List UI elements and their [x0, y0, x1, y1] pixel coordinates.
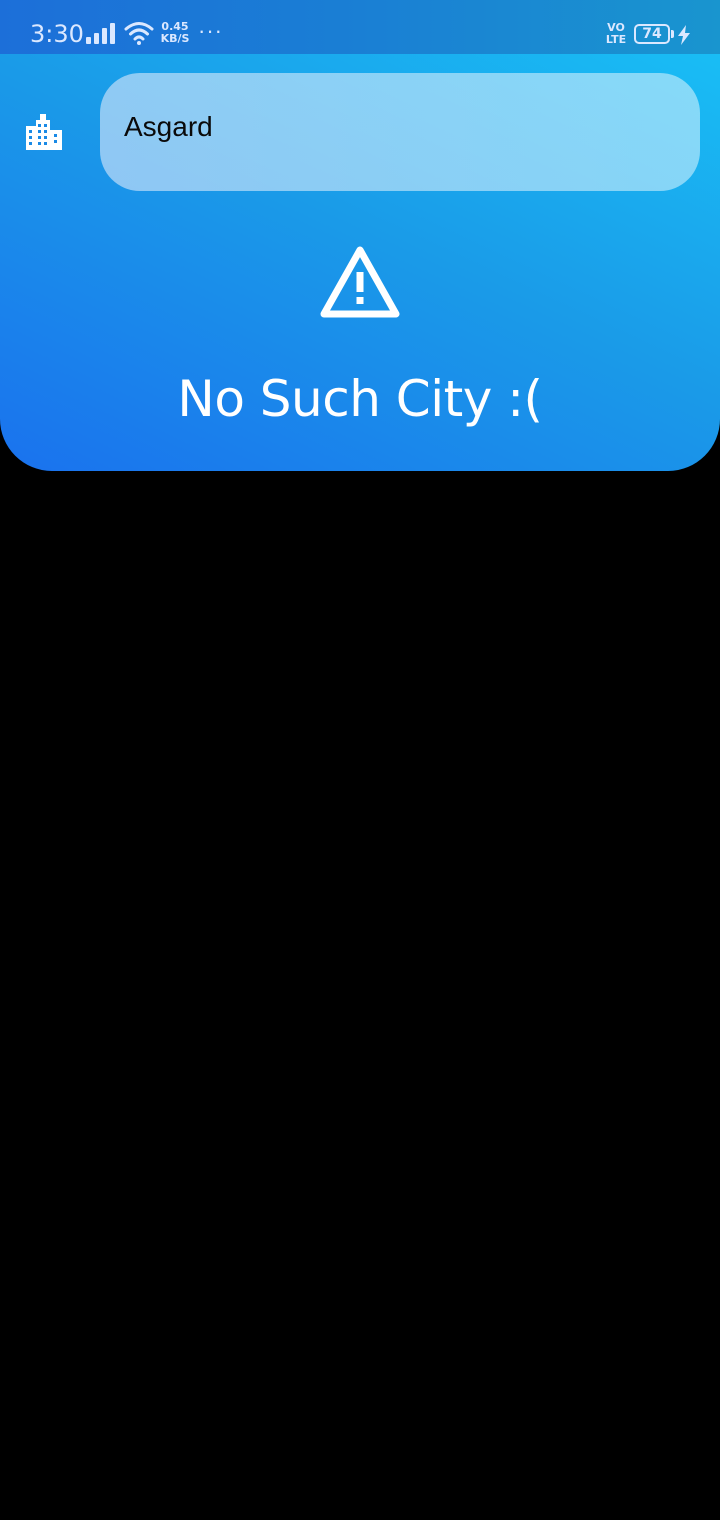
volte-indicator: VO LTE [603, 22, 629, 46]
charging-icon [678, 25, 690, 45]
network-speed: 0.45 KB/S [158, 21, 192, 45]
error-message: No Such City :( [177, 370, 543, 428]
battery-tip [671, 30, 674, 38]
city-search-value[interactable]: Asgard [124, 111, 213, 143]
city-search-input[interactable]: Asgard [100, 73, 700, 191]
status-time: 3:30 [30, 20, 84, 48]
app-screen: 3:30 0.45 KB/S ··· VO LTE 74 Asgard No S… [0, 0, 720, 1520]
signal-icon [86, 23, 115, 44]
wifi-icon [124, 22, 154, 45]
network-speed-unit: KB/S [160, 32, 190, 45]
volte-bottom-label: LTE [605, 33, 627, 46]
battery-indicator: 74 [634, 24, 670, 44]
more-notifications-indicator: ··· [198, 18, 223, 43]
city-icon[interactable] [24, 112, 64, 152]
warning-icon [320, 246, 400, 318]
status-bar: 3:30 0.45 KB/S ··· VO LTE 74 [0, 0, 720, 54]
